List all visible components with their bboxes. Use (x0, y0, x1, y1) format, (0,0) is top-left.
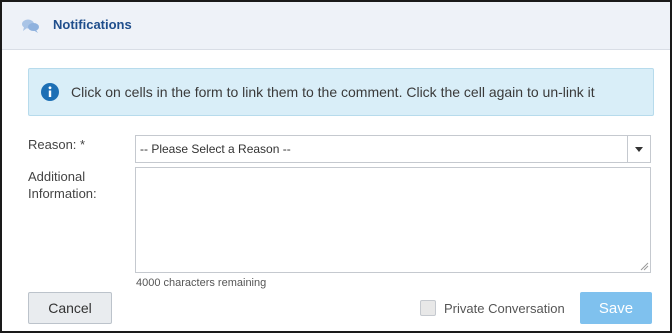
info-circle-icon (41, 83, 59, 101)
reason-select-value: -- Please Select a Reason -- (140, 142, 291, 156)
private-conversation-label[interactable]: Private Conversation (444, 301, 565, 316)
cancel-button[interactable]: Cancel (28, 292, 112, 324)
dialog-header: Notifications (2, 2, 670, 50)
reason-select[interactable]: -- Please Select a Reason -- (135, 135, 651, 163)
select-divider (627, 136, 628, 162)
notifications-dialog: Notifications Click on cells in the form… (0, 0, 672, 333)
info-banner: Click on cells in the form to link them … (28, 68, 654, 116)
additional-info-label-line1: Additional (28, 169, 86, 184)
info-text: Click on cells in the form to link them … (71, 84, 595, 100)
chevron-down-icon[interactable] (634, 147, 644, 153)
save-button[interactable]: Save (580, 292, 652, 324)
dialog-title: Notifications (53, 17, 132, 32)
private-conversation-checkbox[interactable] (420, 300, 436, 316)
additional-info-textarea[interactable] (135, 167, 651, 273)
reason-label: Reason: * (28, 137, 86, 152)
chars-remaining: 4000 characters remaining (136, 277, 267, 289)
chat-bubbles-icon (22, 19, 39, 33)
additional-info-label-line2: Information: (28, 186, 97, 201)
